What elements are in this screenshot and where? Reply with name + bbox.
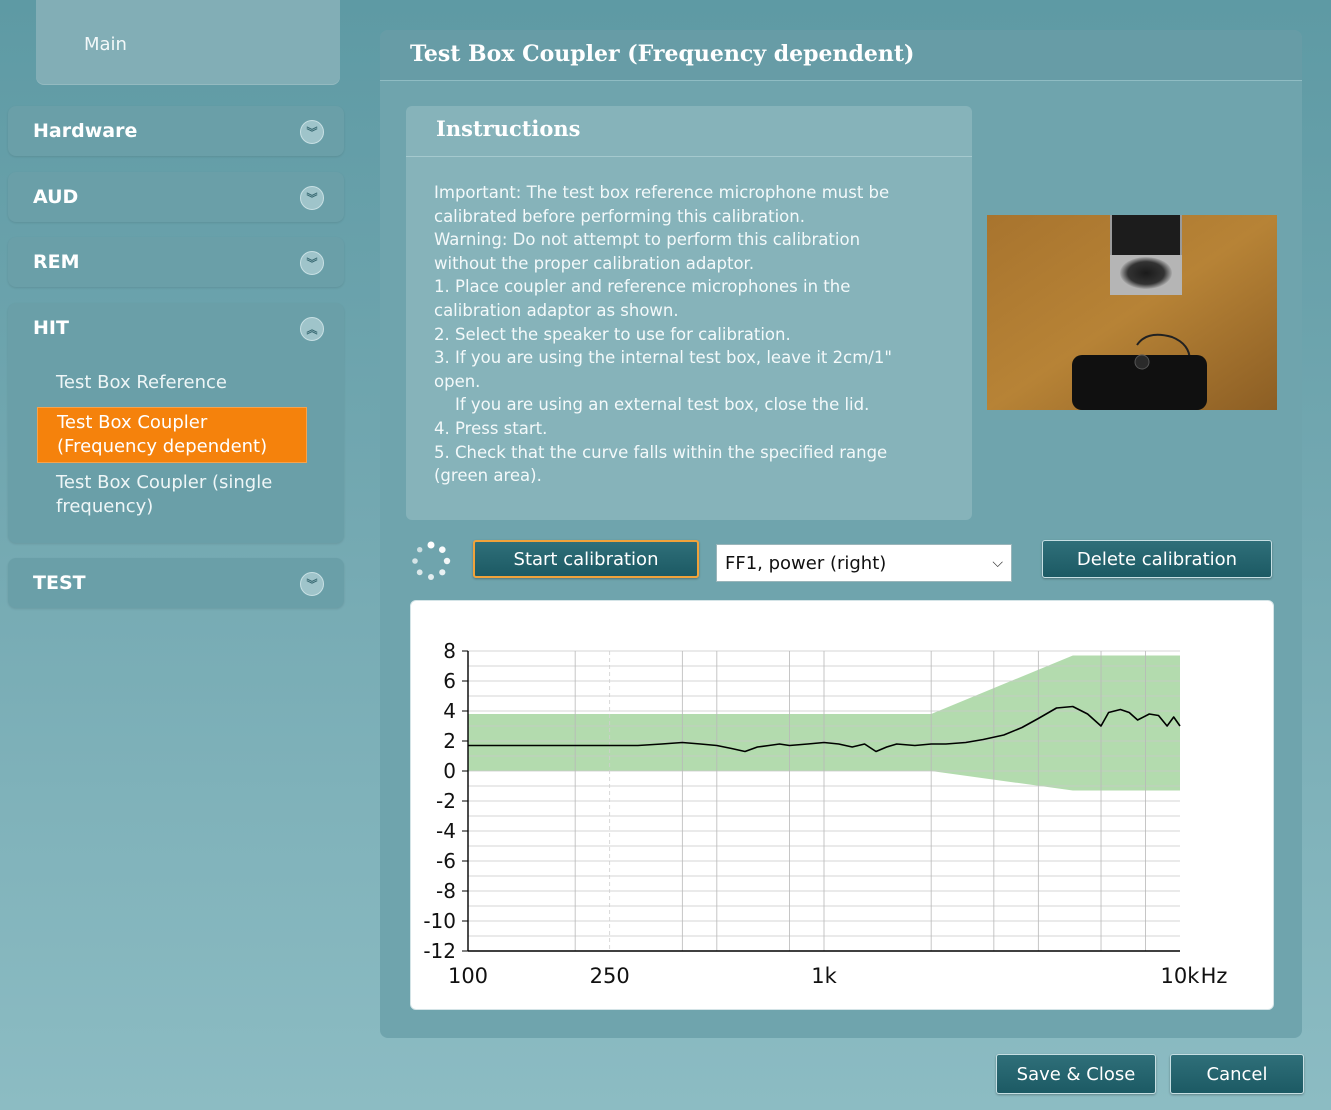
instruction-line: Important: The test box reference microp…: [434, 183, 890, 202]
instruction-line: calibration adaptor as shown.: [434, 300, 679, 320]
speaker-select-value: FF1, power (right): [725, 553, 887, 574]
instruction-line: 3. If you are using the internal test bo…: [434, 348, 892, 368]
tab-main-label: Main: [84, 34, 127, 55]
x-axis-unit: Hz: [1201, 964, 1228, 988]
nav-group-aud[interactable]: AUD ︾: [8, 172, 344, 222]
x-tick-label: 100: [448, 964, 488, 988]
instructions-text: Important: The test box reference microp…: [434, 181, 954, 488]
calibration-adaptor-photo: [987, 215, 1277, 410]
busy-spinner-icon: [410, 540, 452, 582]
y-tick-label: -2: [436, 789, 456, 813]
x-tick-label: 10k: [1161, 964, 1201, 988]
instruction-line: 1. Place coupler and reference microphon…: [434, 277, 851, 297]
instruction-line: (green area).: [434, 466, 542, 486]
calibration-chart-svg: 8 6 4 2 0 -2 -4 -6 -8 -10 -12100 250 1k 10k Hz: [423, 639, 1228, 988]
tab-main[interactable]: Main: [36, 0, 340, 85]
nav-head-hardware[interactable]: Hardware ︾: [8, 106, 344, 156]
nav-item-test-box-coupler-frequency[interactable]: Test Box Coupler (Frequency dependent): [37, 407, 307, 463]
cancel-button[interactable]: Cancel: [1170, 1054, 1304, 1094]
nav-group-hit: HIT ︽ Test Box Reference Test Box Couple…: [8, 303, 344, 543]
panel-header: Test Box Coupler (Frequency dependent): [380, 30, 1302, 81]
expand-icon[interactable]: ︾: [300, 572, 324, 596]
chevron-down-icon[interactable]: ⌵: [992, 555, 1003, 571]
calibration-chart: 8 6 4 2 0 -2 -4 -6 -8 -10 -12 100 250 1k 10k Hz: [410, 600, 1274, 1010]
y-tick-label: -6: [436, 849, 456, 873]
instruction-line: Warning: Do not attempt to perform this …: [434, 230, 861, 250]
y-tick-label: 0: [443, 759, 456, 783]
y-tick-label: 6: [443, 669, 456, 693]
expand-icon[interactable]: ︾: [300, 186, 324, 210]
x-tick-label: 1k: [811, 964, 837, 988]
instruction-line: calibrated before performing this calibr…: [434, 206, 805, 226]
y-tick-label: -4: [436, 819, 456, 843]
start-calibration-button[interactable]: Start calibration: [473, 540, 699, 578]
collapse-icon[interactable]: ︽: [300, 317, 324, 341]
instruction-line: without the proper calibration adaptor.: [434, 253, 755, 273]
nav-item-test-box-coupler-single[interactable]: Test Box Coupler (single frequency): [56, 471, 272, 519]
page-title: Test Box Coupler (Frequency dependent): [410, 41, 915, 67]
nav-label: HIT: [33, 317, 69, 339]
speaker-select[interactable]: FF1, power (right) ⌵: [716, 544, 1012, 582]
instructions-box: Instructions Important: The test box ref…: [406, 106, 972, 520]
nav-label: Hardware: [33, 120, 138, 142]
y-tick-label: -12: [423, 939, 456, 963]
instruction-line: If you are using an external test box, c…: [434, 395, 870, 415]
instruction-line: 5. Check that the curve falls within the…: [434, 442, 888, 462]
instruction-line: open.: [434, 371, 481, 391]
nav-head-aud[interactable]: AUD ︾: [8, 172, 344, 222]
nav-label: REM: [33, 251, 80, 273]
y-tick-label: -8: [436, 879, 456, 903]
instructions-title: Instructions: [436, 116, 581, 141]
y-tick-label: 8: [443, 639, 456, 663]
nav-group-hardware[interactable]: Hardware ︾: [8, 106, 344, 156]
nav-item-label-line2: (Frequency dependent): [57, 436, 268, 457]
nav-item-label-line2: frequency): [56, 496, 154, 517]
nav-item-label: Test Box Coupler: [57, 412, 208, 433]
nav-head-hit[interactable]: HIT ︽: [8, 303, 344, 353]
nav-group-test[interactable]: TEST ︾: [8, 558, 344, 608]
nav-head-rem[interactable]: REM ︾: [8, 237, 344, 287]
nav-label: TEST: [33, 572, 86, 594]
nav-head-test[interactable]: TEST ︾: [8, 558, 344, 608]
y-tick-label: 2: [443, 729, 456, 753]
instruction-line: 2. Select the speaker to use for calibra…: [434, 324, 791, 344]
y-tick-label: -10: [423, 909, 456, 933]
nav-item-label: Test Box Coupler (single: [56, 472, 273, 493]
y-tick-label: 4: [443, 699, 456, 723]
expand-icon[interactable]: ︾: [300, 251, 324, 275]
save-close-button[interactable]: Save & Close: [996, 1054, 1156, 1094]
nav-group-rem[interactable]: REM ︾: [8, 237, 344, 287]
expand-icon[interactable]: ︾: [300, 120, 324, 144]
x-tick-label: 250: [590, 964, 630, 988]
nav-item-label: Test Box Reference: [56, 372, 227, 393]
instruction-line: 4. Press start.: [434, 418, 548, 438]
nav-label: AUD: [33, 186, 79, 208]
delete-calibration-button[interactable]: Delete calibration: [1042, 540, 1272, 578]
instructions-header: Instructions: [406, 106, 972, 157]
nav-item-test-box-reference[interactable]: Test Box Reference: [56, 371, 227, 395]
